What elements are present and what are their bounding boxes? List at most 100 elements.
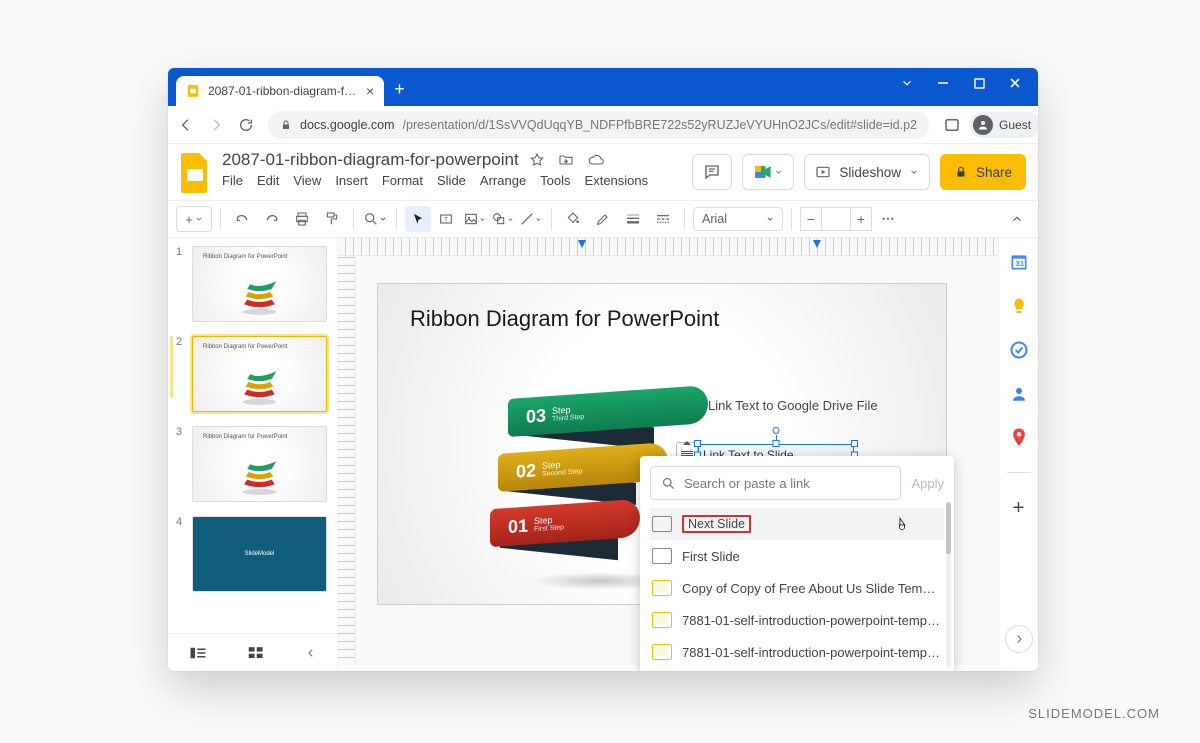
browser-window: 2087-01-ribbon-diagram-for-po × + docs.g…: [168, 68, 1038, 671]
font-size-decrease[interactable]: −: [800, 207, 822, 231]
url-host: docs.google.com: [300, 118, 395, 132]
thumbnail-1[interactable]: Ribbon Diagram for PowerPoint: [192, 246, 327, 322]
url-path: /presentation/d/1SsVVQdUqqYB_NDFPfbBRE72…: [403, 118, 918, 132]
selection-handle[interactable]: [773, 440, 780, 447]
line-tool-button[interactable]: [517, 206, 543, 232]
shape-tool-button[interactable]: [489, 206, 515, 232]
fill-color-button[interactable]: [560, 206, 586, 232]
link-option-next-slide[interactable]: Next Slide: [650, 508, 944, 540]
window-close-button[interactable]: [998, 68, 1032, 98]
thumbnail-4[interactable]: SlideModel: [192, 516, 327, 592]
link-option-label: 7881-01-self-introduction-powerpoint-tem…: [682, 613, 942, 628]
textbox-tool-button[interactable]: T: [433, 206, 459, 232]
slideshow-label: Slideshow: [839, 165, 901, 180]
meet-button[interactable]: [742, 154, 794, 190]
share-label: Share: [976, 165, 1012, 180]
zoom-button[interactable]: [362, 206, 388, 232]
star-icon[interactable]: [529, 152, 545, 168]
border-weight-button[interactable]: [620, 206, 646, 232]
font-family-select[interactable]: Arial: [693, 207, 783, 231]
new-tab-button[interactable]: +: [394, 79, 405, 100]
chevron-down-icon: [766, 215, 774, 223]
cloud-status-icon[interactable]: [587, 152, 605, 168]
menu-view[interactable]: View: [293, 173, 321, 188]
grid-view-button[interactable]: [248, 646, 264, 660]
menu-format[interactable]: Format: [382, 173, 423, 188]
contacts-app-icon[interactable]: [1009, 384, 1029, 404]
font-size-value[interactable]: [822, 207, 850, 231]
window-minimize-button[interactable]: [926, 68, 960, 98]
url-omnibox[interactable]: docs.google.com/presentation/d/1SsVVQdUq…: [268, 111, 929, 139]
paint-format-button[interactable]: [319, 206, 345, 232]
thumbnail-panel[interactable]: 1 Ribbon Diagram for PowerPoint 2 Ribbon…: [168, 238, 338, 665]
thumbnail-3[interactable]: Ribbon Diagram for PowerPoint: [192, 426, 327, 502]
select-tool-button[interactable]: [405, 206, 431, 232]
border-dash-button[interactable]: [650, 206, 676, 232]
chevron-down-icon: [195, 215, 203, 223]
menu-slide[interactable]: Slide: [437, 173, 466, 188]
profile-chip[interactable]: Guest: [969, 112, 1038, 138]
collapse-toolbar-button[interactable]: [1004, 206, 1030, 232]
selection-handle[interactable]: [694, 440, 701, 447]
expand-side-panel-button[interactable]: [1005, 625, 1033, 653]
extensions-icon[interactable]: [943, 116, 961, 134]
nav-reload-button[interactable]: [238, 116, 254, 134]
link-text-drive[interactable]: Link Text to Google Drive File: [708, 398, 878, 413]
menu-arrange[interactable]: Arrange: [480, 173, 526, 188]
tab-close-button[interactable]: ×: [366, 83, 374, 99]
share-button[interactable]: Share: [940, 154, 1026, 190]
more-tools-button[interactable]: ⋯: [876, 206, 902, 232]
undo-button[interactable]: [229, 206, 255, 232]
svg-text:T: T: [444, 217, 448, 224]
link-apply-button[interactable]: Apply: [911, 476, 944, 491]
doc-title[interactable]: 2087-01-ribbon-diagram-for-powerpoint: [222, 150, 519, 170]
browser-tab[interactable]: 2087-01-ribbon-diagram-for-po ×: [176, 76, 384, 106]
thumb-number: 4: [176, 516, 186, 528]
tasks-app-icon[interactable]: [1009, 340, 1029, 360]
new-slide-button[interactable]: +: [176, 206, 212, 232]
add-addon-button[interactable]: +: [1013, 497, 1025, 520]
link-search-input[interactable]: Search or paste a link: [650, 466, 901, 500]
link-option-doc-3[interactable]: 7881-01-self-introduction-powerpoint-tem…: [650, 636, 944, 668]
nav-back-button[interactable]: [178, 116, 194, 134]
move-folder-icon[interactable]: [557, 152, 575, 168]
tab-title: 2087-01-ribbon-diagram-for-po: [208, 84, 358, 98]
comments-button[interactable]: [692, 154, 732, 190]
insert-link-popup: Search or paste a link Apply Next Slide …: [640, 456, 954, 671]
lock-icon: [954, 165, 968, 179]
link-option-doc-1[interactable]: Copy of Copy of Free About Us Slide Temp…: [650, 572, 944, 604]
search-icon: [661, 476, 676, 491]
window-maximize-button[interactable]: [962, 68, 996, 98]
menu-extensions[interactable]: Extensions: [585, 173, 649, 188]
slideshow-button[interactable]: Slideshow: [804, 154, 930, 190]
menu-tools[interactable]: Tools: [540, 173, 570, 188]
slides-doc-icon: [652, 644, 672, 660]
print-button[interactable]: [289, 206, 315, 232]
selection-handle[interactable]: [851, 440, 858, 447]
calendar-app-icon[interactable]: 31: [1009, 252, 1029, 272]
play-rect-icon: [815, 164, 831, 180]
slides-app-icon[interactable]: [178, 150, 212, 196]
redo-button[interactable]: [259, 206, 285, 232]
slide-icon: [652, 516, 672, 532]
menu-insert[interactable]: Insert: [335, 173, 368, 188]
keep-app-icon[interactable]: [1009, 296, 1029, 316]
image-tool-button[interactable]: [461, 206, 487, 232]
link-option-doc-2[interactable]: 7881-01-self-introduction-powerpoint-tem…: [650, 604, 944, 636]
rotation-handle[interactable]: [773, 427, 780, 434]
collapse-thumbnails-button[interactable]: [306, 647, 316, 659]
link-option-first-slide[interactable]: First Slide: [650, 540, 944, 572]
font-size-control[interactable]: − +: [800, 207, 872, 231]
menu-edit[interactable]: Edit: [257, 173, 279, 188]
link-search-placeholder: Search or paste a link: [684, 476, 810, 491]
thumbnail-2[interactable]: Ribbon Diagram for PowerPoint: [192, 336, 327, 412]
popup-scrollbar[interactable]: [946, 502, 951, 668]
filmstrip-view-button[interactable]: [189, 646, 207, 660]
border-color-button[interactable]: [590, 206, 616, 232]
thumb-number: 3: [176, 426, 186, 438]
window-chevron-button[interactable]: [890, 68, 924, 98]
menu-file[interactable]: File: [222, 173, 243, 188]
font-size-increase[interactable]: +: [850, 207, 872, 231]
maps-app-icon[interactable]: [1009, 428, 1029, 448]
nav-forward-button[interactable]: [208, 116, 224, 134]
